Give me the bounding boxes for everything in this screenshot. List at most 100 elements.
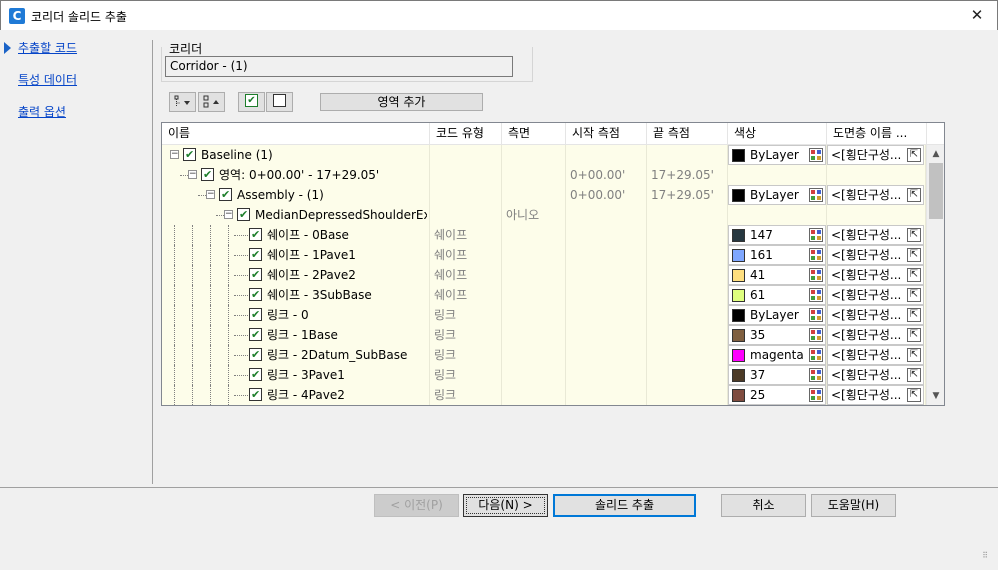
resize-grip-icon[interactable]: ⠿	[982, 551, 988, 560]
layer-cell[interactable]: <[횡단구성... ⇱	[827, 245, 924, 265]
check-all-button[interactable]	[238, 92, 265, 112]
color-cell[interactable]: ByLayer	[728, 305, 826, 325]
row-checkbox[interactable]	[249, 228, 262, 241]
collapse-all-button[interactable]	[198, 92, 225, 112]
layer-pick-icon[interactable]: ⇱	[907, 148, 921, 162]
tree-row[interactable]: − 영역: 0+00.00' - 17+29.05' 0+00.00' 17+29.0…	[162, 165, 926, 185]
color-cell[interactable]: 41	[728, 265, 826, 285]
color-palette-icon[interactable]	[809, 308, 823, 322]
scroll-up-arrow-icon[interactable]: ▲	[927, 145, 944, 163]
color-palette-icon[interactable]	[809, 268, 823, 282]
scroll-thumb[interactable]	[929, 163, 943, 219]
color-palette-icon[interactable]	[809, 148, 823, 162]
layer-pick-icon[interactable]: ⇱	[907, 188, 921, 202]
col-header-end-station[interactable]: 끝 측점	[647, 123, 728, 145]
layer-cell[interactable]: <[횡단구성... ⇱	[827, 225, 924, 245]
row-checkbox[interactable]	[249, 248, 262, 261]
collapse-node-icon[interactable]: −	[170, 150, 179, 159]
scroll-down-arrow-icon[interactable]: ▼	[927, 387, 944, 405]
row-checkbox[interactable]	[249, 288, 262, 301]
col-header-start-station[interactable]: 시작 측점	[566, 123, 647, 145]
tree-row[interactable]: 링크 - 3Pave1 링크 37 <[횡단구성... ⇱	[162, 365, 926, 385]
tree-row[interactable]: 링크 - 4Pave2 링크 25 <[횡단구성... ⇱	[162, 385, 926, 405]
row-checkbox[interactable]	[249, 328, 262, 341]
col-header-name[interactable]: 이름	[162, 123, 430, 145]
collapse-node-icon[interactable]: −	[188, 170, 197, 179]
nav-item-output-options[interactable]: 출력 옵션	[4, 100, 144, 132]
row-checkbox[interactable]	[237, 208, 250, 221]
row-checkbox[interactable]	[249, 368, 262, 381]
row-checkbox[interactable]	[201, 168, 214, 181]
color-cell[interactable]: 25	[728, 385, 826, 405]
row-checkbox[interactable]	[249, 308, 262, 321]
row-checkbox[interactable]	[249, 388, 262, 401]
tree-row[interactable]: − Assembly - (1) 0+00.00' 17+29.05' ByLayer <…	[162, 185, 926, 205]
tree-row[interactable]: 쉐이프 - 0Base 쉐이프 147 <[횡단구성... ⇱	[162, 225, 926, 245]
color-palette-icon[interactable]	[809, 188, 823, 202]
row-checkbox[interactable]	[219, 188, 232, 201]
tree-row[interactable]: 쉐이프 - 1Pave1 쉐이프 161 <[횡단구성... ⇱	[162, 245, 926, 265]
layer-pick-icon[interactable]: ⇱	[907, 348, 921, 362]
color-palette-icon[interactable]	[809, 348, 823, 362]
color-palette-icon[interactable]	[809, 288, 823, 302]
nav-link-property-data[interactable]: 특성 데이터	[18, 71, 77, 88]
color-cell[interactable]: 35	[728, 325, 826, 345]
close-icon[interactable]: ✕	[967, 5, 987, 25]
color-cell[interactable]: magenta	[728, 345, 826, 365]
layer-pick-icon[interactable]: ⇱	[907, 328, 921, 342]
color-palette-icon[interactable]	[809, 388, 823, 402]
layer-pick-icon[interactable]: ⇱	[907, 248, 921, 262]
layer-pick-icon[interactable]: ⇱	[907, 268, 921, 282]
color-cell[interactable]: 147	[728, 225, 826, 245]
tree-row[interactable]: − Baseline (1) ByLayer <[횡단구성... ⇱	[162, 145, 926, 165]
prev-button[interactable]: < 이전(P)	[374, 494, 459, 517]
tree-row[interactable]: 링크 - 2Datum_SubBase 링크 magenta <[횡단구성... ⇱	[162, 345, 926, 365]
nav-item-property-data[interactable]: 특성 데이터	[4, 68, 144, 100]
expand-all-button[interactable]	[169, 92, 196, 112]
color-cell[interactable]: 37	[728, 365, 826, 385]
tree-row[interactable]: 링크 - 0 링크 ByLayer <[횡단구성... ⇱	[162, 305, 926, 325]
tree-row[interactable]: 링크 - 1Base 링크 35 <[횡단구성... ⇱	[162, 325, 926, 345]
nav-link-codes[interactable]: 추출할 코드	[18, 39, 77, 56]
layer-cell[interactable]: <[횡단구성... ⇱	[827, 325, 924, 345]
add-region-button[interactable]: 영역 추가	[320, 93, 483, 111]
col-header-side[interactable]: 측면	[502, 123, 566, 145]
row-checkbox[interactable]	[183, 148, 196, 161]
layer-cell[interactable]: <[횡단구성... ⇱	[827, 145, 924, 165]
layer-pick-icon[interactable]: ⇱	[907, 308, 921, 322]
color-cell[interactable]: ByLayer	[728, 185, 826, 205]
layer-cell[interactable]: <[횡단구성... ⇱	[827, 365, 924, 385]
collapse-node-icon[interactable]: −	[224, 210, 233, 219]
color-cell[interactable]: 161	[728, 245, 826, 265]
color-palette-icon[interactable]	[809, 368, 823, 382]
color-cell[interactable]: 61	[728, 285, 826, 305]
layer-cell[interactable]: <[횡단구성... ⇱	[827, 385, 924, 405]
layer-cell[interactable]: <[횡단구성... ⇱	[827, 265, 924, 285]
nav-item-codes[interactable]: 추출할 코드	[4, 36, 144, 68]
uncheck-all-button[interactable]	[266, 92, 293, 112]
color-palette-icon[interactable]	[809, 248, 823, 262]
row-checkbox[interactable]	[249, 348, 262, 361]
cancel-button[interactable]: 취소	[721, 494, 806, 517]
help-button[interactable]: 도움말(H)	[811, 494, 896, 517]
col-header-color[interactable]: 색상	[728, 123, 827, 145]
tree-row[interactable]: 쉐이프 - 2Pave2 쉐이프 41 <[횡단구성... ⇱	[162, 265, 926, 285]
code-tree-grid[interactable]: 이름 코드 유형 측면 시작 측점 끝 측점 색상 도면층 이름 ... −Ba…	[161, 122, 945, 406]
layer-cell[interactable]: <[횡단구성... ⇱	[827, 345, 924, 365]
nav-link-output-options[interactable]: 출력 옵션	[18, 103, 66, 120]
color-palette-icon[interactable]	[809, 228, 823, 242]
layer-cell[interactable]: <[횡단구성... ⇱	[827, 305, 924, 325]
layer-cell[interactable]: <[횡단구성... ⇱	[827, 285, 924, 305]
extract-solids-button[interactable]: 솔리드 추출	[553, 494, 696, 517]
layer-pick-icon[interactable]: ⇱	[907, 368, 921, 382]
vertical-scrollbar[interactable]: ▲ ▼	[926, 145, 944, 405]
next-button[interactable]: 다음(N) >	[463, 494, 548, 517]
layer-pick-icon[interactable]: ⇱	[907, 288, 921, 302]
tree-row[interactable]: 쉐이프 - 3SubBase 쉐이프 61 <[횡단구성... ⇱	[162, 285, 926, 305]
layer-pick-icon[interactable]: ⇱	[907, 228, 921, 242]
layer-cell[interactable]: <[횡단구성... ⇱	[827, 185, 924, 205]
col-header-code-type[interactable]: 코드 유형	[430, 123, 502, 145]
collapse-node-icon[interactable]: −	[206, 190, 215, 199]
color-palette-icon[interactable]	[809, 328, 823, 342]
color-cell[interactable]: ByLayer	[728, 145, 826, 165]
